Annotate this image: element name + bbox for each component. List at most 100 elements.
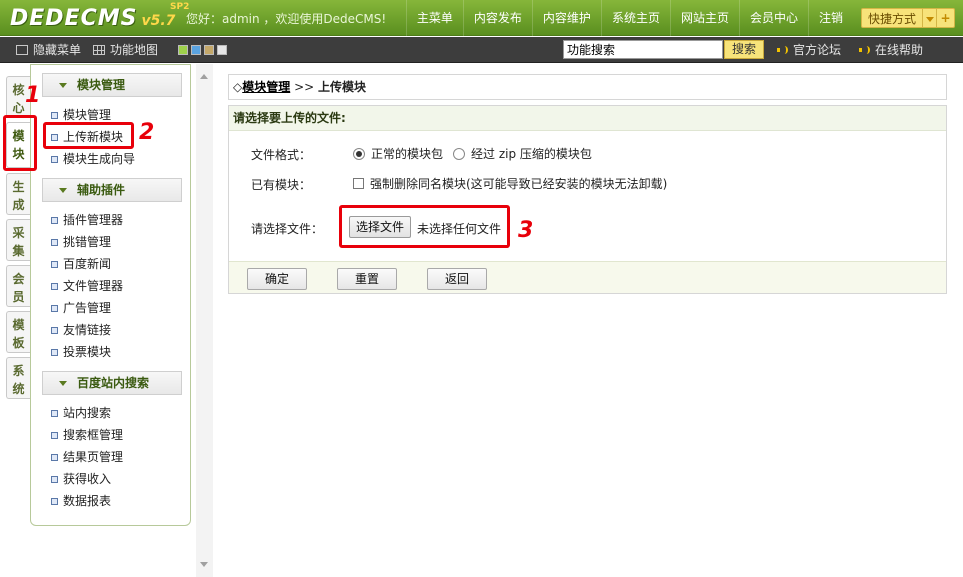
format-option-zip[interactable]: 经过 zip 压缩的模块包	[453, 145, 592, 162]
tab-member[interactable]: 会员	[6, 265, 30, 307]
menu-item-module-manage[interactable]: 模块管理	[49, 106, 111, 124]
official-forum-link[interactable]: 官方论坛	[777, 37, 841, 63]
category-tabs: 核心 模块 生成 采集 会员 模板 系统	[0, 64, 30, 577]
quick-access: 快捷方式 +	[860, 8, 955, 28]
force-delete-label: 强制删除同名模块(这可能导致已经安装的模块无法卸载)	[370, 177, 668, 191]
menu-item-vote-module[interactable]: 投票模块	[49, 343, 111, 361]
theme-swatch-green[interactable]	[178, 45, 188, 55]
tab-core-label: 核心	[12, 83, 25, 115]
choose-file-button[interactable]: 选择文件	[349, 216, 411, 238]
breadcrumb: ◇模块管理 >> 上传模块	[228, 74, 947, 100]
breadcrumb-link-module-manage[interactable]: 模块管理	[242, 80, 290, 94]
annotation-number-3: 3	[518, 218, 534, 243]
sidebar-menu: 模块管理 模块管理 上传新模块 模块生成向导 辅助插件 插件管理器 挑错管理 百…	[30, 64, 191, 526]
radio-zip-package[interactable]	[453, 147, 465, 160]
logo-version: v5.7	[141, 13, 176, 29]
menu-section-baidu-search[interactable]: 百度站内搜索	[42, 371, 182, 395]
tab-collect-label: 采集	[12, 226, 25, 258]
scroll-up-icon[interactable]	[200, 70, 208, 79]
speaker-icon	[859, 45, 870, 55]
format-option-zip-label: 经过 zip 压缩的模块包	[471, 147, 592, 161]
theme-swatch-blue[interactable]	[191, 45, 201, 55]
menu-item-error-manage[interactable]: 挑错管理	[49, 233, 111, 251]
toolbar: 隐藏菜单 功能地图 搜索 官方论坛 在线帮助	[0, 37, 963, 63]
format-option-normal-label: 正常的模块包	[371, 147, 444, 161]
nav-site-home[interactable]: 网站主页	[669, 0, 739, 36]
welcome-text: 您好：admin ，欢迎使用DedeCMS!	[186, 12, 387, 26]
reset-button[interactable]: 重置	[337, 268, 397, 290]
tab-system[interactable]: 系统	[6, 357, 30, 399]
function-search-input[interactable]	[563, 40, 723, 59]
nav-content-publish[interactable]: 内容发布	[462, 0, 532, 36]
tab-template-label: 模板	[12, 318, 25, 350]
menu-item-ad-manage[interactable]: 广告管理	[49, 299, 111, 317]
theme-swatch-brown[interactable]	[204, 45, 214, 55]
online-help-label: 在线帮助	[875, 43, 924, 57]
form-action-bar: 确定 重置 返回	[229, 261, 946, 293]
grid-icon	[93, 45, 105, 55]
official-forum-label: 官方论坛	[793, 43, 842, 57]
force-delete-checkbox[interactable]	[353, 178, 364, 189]
menu-item-plugin-manager[interactable]: 插件管理器	[49, 211, 123, 229]
plus-icon[interactable]: +	[937, 8, 955, 28]
tab-generate[interactable]: 生成	[6, 173, 30, 215]
speaker-icon	[777, 45, 788, 55]
nav-member-center[interactable]: 会员中心	[738, 0, 808, 36]
hide-menu-label: 隐藏菜单	[33, 43, 82, 57]
menu-item-data-report[interactable]: 数据报表	[49, 492, 111, 510]
tab-generate-label: 生成	[12, 180, 25, 212]
scroll-down-icon[interactable]	[200, 562, 208, 571]
existing-module-label: 已有模块：	[251, 178, 312, 192]
function-map-button[interactable]: 功能地图	[93, 37, 158, 63]
form-title: 请选择要上传的文件:	[229, 106, 946, 131]
nav-system-home[interactable]: 系统主页	[600, 0, 670, 36]
theme-swatch-gray[interactable]	[217, 45, 227, 55]
panel-icon	[16, 45, 28, 55]
breadcrumb-separator: >>	[290, 80, 318, 94]
back-button[interactable]: 返回	[427, 268, 487, 290]
logo-text: DEDECMS	[10, 6, 138, 31]
breadcrumb-marker: ◇	[233, 80, 243, 94]
annotation-number-2: 2	[139, 120, 155, 145]
tab-template[interactable]: 模板	[6, 311, 30, 353]
upload-form-panel: 请选择要上传的文件: 文件格式： 正常的模块包 经过 zip 压缩的模块包 已有…	[228, 105, 947, 294]
tab-system-label: 系统	[12, 364, 25, 396]
choose-file-label: 请选择文件：	[251, 222, 324, 236]
tab-module-label: 模块	[12, 129, 25, 161]
menu-item-earn-income[interactable]: 获得收入	[49, 470, 111, 488]
chevron-down-icon[interactable]	[923, 8, 937, 28]
menu-section-module[interactable]: 模块管理	[42, 73, 182, 97]
no-file-selected-text: 未选择任何文件	[417, 222, 502, 236]
menu-item-baidu-news[interactable]: 百度新闻	[49, 255, 111, 273]
nav-content-maintain[interactable]: 内容维护	[531, 0, 601, 36]
force-delete-option[interactable]: 强制删除同名模块(这可能导致已经安装的模块无法卸载)	[353, 175, 667, 192]
dedecms-logo[interactable]: DEDECMS v5.7 SP2	[10, 2, 189, 32]
online-help-link[interactable]: 在线帮助	[859, 37, 923, 63]
function-map-label: 功能地图	[110, 43, 159, 57]
radio-normal-package[interactable]	[353, 147, 365, 160]
nav-main-menu[interactable]: 主菜单	[405, 0, 463, 36]
theme-swatches	[178, 45, 227, 55]
menu-item-friend-links[interactable]: 友情链接	[49, 321, 111, 339]
tab-member-label: 会员	[12, 272, 25, 304]
confirm-button[interactable]: 确定	[247, 268, 307, 290]
hide-menu-button[interactable]: 隐藏菜单	[16, 37, 81, 63]
annotation-number-1: 1	[25, 83, 41, 108]
menu-item-searchbox-manage[interactable]: 搜索框管理	[49, 426, 123, 444]
menu-item-file-manager[interactable]: 文件管理器	[49, 277, 123, 295]
menu-item-upload-module[interactable]: 上传新模块	[49, 128, 123, 146]
tab-module[interactable]: 模块	[6, 122, 30, 168]
top-nav: 主菜单 内容发布 内容维护 系统主页 网站主页 会员中心 注销	[405, 0, 853, 36]
menu-section-plugins[interactable]: 辅助插件	[42, 178, 182, 202]
search-button[interactable]: 搜索	[724, 40, 764, 59]
top-header: DEDECMS v5.7 SP2 您好：admin ，欢迎使用DedeCMS! …	[0, 0, 963, 36]
file-format-label: 文件格式：	[251, 148, 312, 162]
menu-item-module-wizard[interactable]: 模块生成向导	[49, 150, 135, 168]
sidebar-scrollbar[interactable]	[196, 64, 213, 577]
menu-item-results-page[interactable]: 结果页管理	[49, 448, 123, 466]
nav-logout[interactable]: 注销	[807, 0, 853, 36]
quick-access-button[interactable]: 快捷方式	[860, 8, 923, 28]
menu-item-site-search[interactable]: 站内搜索	[49, 404, 111, 422]
tab-collect[interactable]: 采集	[6, 219, 30, 261]
format-option-normal[interactable]: 正常的模块包	[353, 145, 443, 162]
